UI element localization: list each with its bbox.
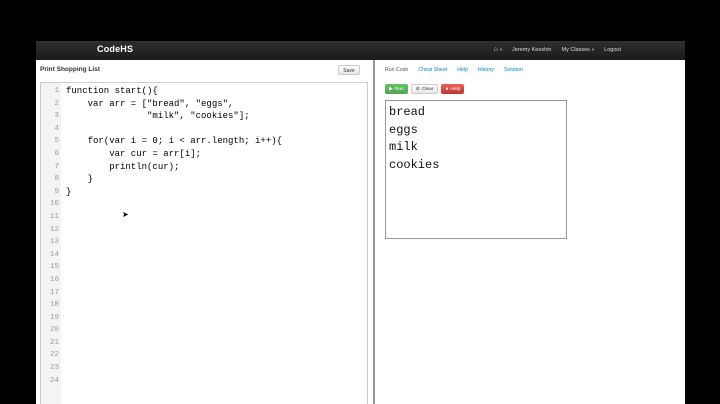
code-line: 9} bbox=[41, 186, 367, 199]
code-line: 22 bbox=[41, 349, 367, 362]
line-number: 11 bbox=[49, 212, 59, 221]
code-line: 12 bbox=[41, 224, 367, 237]
run-tabs: Run Code Cheat Sheet Help History Solution bbox=[385, 67, 523, 73]
line-number: 17 bbox=[49, 288, 59, 297]
line-number: 6 bbox=[54, 149, 59, 158]
clear-icon: ⊘ bbox=[415, 86, 420, 92]
output-line: milk bbox=[389, 140, 418, 154]
code-line: 23 bbox=[41, 362, 367, 375]
clear-button[interactable]: ⊘ Clear bbox=[410, 84, 439, 94]
code-line: 2 var arr = ["bread", "eggs", bbox=[41, 98, 367, 111]
editor-pane: Print Shopping List Save 1 function start… bbox=[36, 60, 375, 404]
code-line: 19 bbox=[41, 312, 367, 325]
brand-logo[interactable]: CodeHS bbox=[97, 44, 133, 54]
line-number: 16 bbox=[49, 275, 59, 284]
user-link[interactable]: Jeremy Keeshin bbox=[512, 47, 551, 53]
line-number: 13 bbox=[49, 238, 59, 247]
caret-down-icon: ▾ bbox=[499, 46, 503, 52]
line-number: 19 bbox=[49, 313, 59, 322]
home-menu[interactable]: ⌂ ▾ bbox=[494, 46, 503, 53]
tab-run-code[interactable]: Run Code bbox=[385, 67, 408, 73]
line-number: 15 bbox=[49, 263, 59, 272]
help-label: Help bbox=[450, 86, 461, 92]
help-button[interactable]: ● Help bbox=[441, 84, 465, 94]
line-number: 23 bbox=[49, 364, 59, 373]
line-number: 18 bbox=[49, 301, 59, 310]
code-line: 21 bbox=[41, 337, 367, 350]
clear-label: Clear bbox=[421, 86, 434, 92]
code-line: 3 "milk", "cookies"]; bbox=[41, 110, 367, 123]
line-number: 5 bbox=[54, 137, 59, 146]
line-number: 4 bbox=[54, 124, 59, 133]
code-line: 10 bbox=[41, 198, 367, 211]
tab-cheat-sheet[interactable]: Cheat Sheet bbox=[418, 67, 447, 73]
code-line: 13 bbox=[41, 236, 367, 249]
code-line: 4 bbox=[41, 123, 367, 136]
line-number: 7 bbox=[54, 162, 59, 171]
code-text: var arr = ["bread", "eggs", bbox=[66, 98, 234, 109]
program-title: Print Shopping List bbox=[40, 66, 100, 73]
output-line: bread bbox=[389, 105, 426, 119]
help-icon: ● bbox=[445, 86, 449, 92]
codehs-app: CodeHS ⌂ ▾ Jeremy Keeshin My Classes ▾ L… bbox=[36, 41, 685, 404]
line-number: 20 bbox=[49, 326, 59, 335]
code-text: for(var i = 0; i < arr.length; i++){ bbox=[66, 136, 283, 147]
code-line: 11 bbox=[41, 211, 367, 224]
line-number: 8 bbox=[54, 175, 59, 184]
code-line: 16 bbox=[41, 274, 367, 287]
code-text: function start(){ bbox=[66, 86, 158, 96]
mouse-cursor-icon: ➤ bbox=[122, 210, 129, 219]
code-text: var cur = arr[i]; bbox=[66, 148, 202, 159]
code-line: 20 bbox=[41, 324, 367, 337]
code-line: 15 bbox=[41, 261, 367, 274]
line-number: 14 bbox=[49, 250, 59, 259]
run-controls: ▶ Run ⊘ Clear ● Help bbox=[385, 84, 465, 94]
navbar-right: ⌂ ▾ Jeremy Keeshin My Classes ▾ Logout bbox=[494, 46, 621, 53]
logout-label: Logout bbox=[604, 46, 621, 53]
run-label: Run bbox=[394, 86, 404, 92]
code-line: 6 var cur = arr[i]; bbox=[41, 148, 367, 161]
line-number: 3 bbox=[54, 112, 59, 121]
line-number: 1 bbox=[54, 87, 59, 95]
line-number: 24 bbox=[49, 376, 59, 385]
code-line: 17 bbox=[41, 287, 367, 300]
top-navbar: CodeHS ⌂ ▾ Jeremy Keeshin My Classes ▾ L… bbox=[36, 41, 685, 61]
code-text: println(cur); bbox=[66, 161, 180, 172]
code-line: 7 println(cur); bbox=[41, 161, 367, 174]
code-line: 8 } bbox=[41, 173, 367, 186]
line-number: 9 bbox=[54, 187, 59, 196]
code-text: } bbox=[66, 174, 94, 185]
run-button[interactable]: ▶ Run bbox=[385, 84, 408, 94]
logout-link[interactable]: Logout bbox=[604, 47, 621, 53]
console-output: bread eggs milk cookies bbox=[385, 100, 567, 239]
play-icon: ▶ bbox=[389, 86, 393, 92]
line-number: 22 bbox=[49, 351, 59, 360]
save-button[interactable]: Save bbox=[338, 65, 360, 75]
caret-down-icon: ▾ bbox=[591, 46, 595, 52]
output-line: cookies bbox=[389, 157, 440, 172]
line-number: 21 bbox=[49, 338, 59, 347]
line-number: 10 bbox=[49, 200, 59, 209]
tab-help[interactable]: Help bbox=[457, 67, 468, 73]
my-classes-label: My Classes bbox=[561, 46, 590, 53]
output-line: eggs bbox=[389, 122, 418, 137]
my-classes-menu[interactable]: My Classes ▾ bbox=[561, 47, 594, 53]
code-line: 24 bbox=[41, 375, 367, 388]
code-line: 18 bbox=[41, 299, 367, 312]
code-line: 14 bbox=[41, 249, 367, 262]
home-icon: ⌂ bbox=[493, 46, 498, 53]
code-lines: 1 function start(){ 2 var arr = ["bread", … bbox=[41, 85, 367, 387]
line-number: 2 bbox=[54, 99, 59, 108]
code-line: 5 for(var i = 0; i < arr.length; i++){ bbox=[41, 135, 367, 148]
user-name: Jeremy Keeshin bbox=[512, 46, 552, 53]
line-number: 12 bbox=[49, 225, 59, 234]
code-editor[interactable]: 1 function start(){ 2 var arr = ["bread", … bbox=[40, 82, 368, 404]
tab-history[interactable]: History bbox=[478, 67, 494, 73]
code-text: } bbox=[66, 186, 72, 197]
code-line: 1 function start(){ bbox=[41, 85, 367, 98]
code-text: "milk", "cookies"]; bbox=[66, 111, 250, 122]
tab-solution[interactable]: Solution bbox=[504, 67, 523, 73]
run-pane: Run Code Cheat Sheet Help History Solution ▶… bbox=[375, 60, 685, 404]
